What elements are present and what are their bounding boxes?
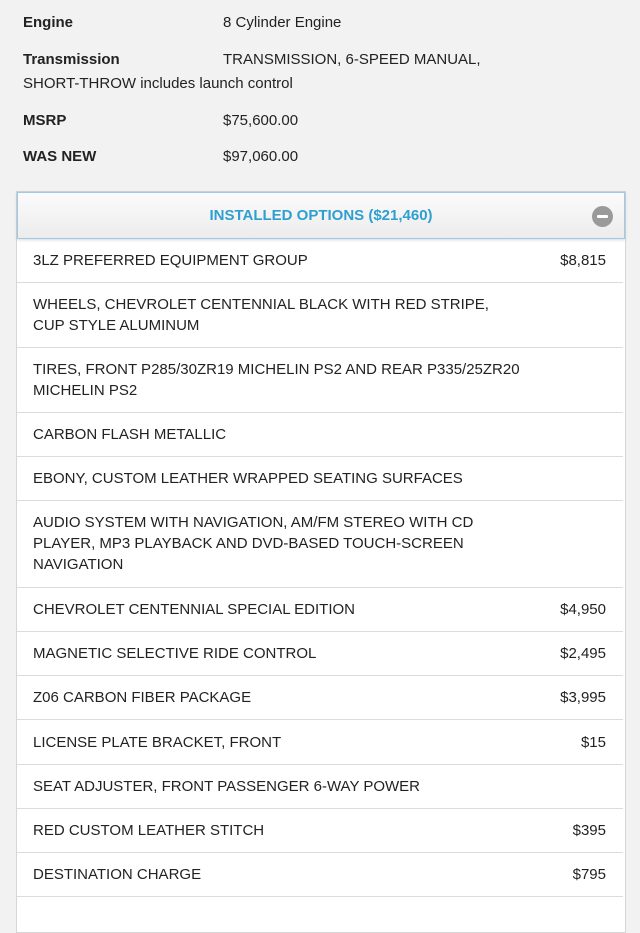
option-price: $2,495 [560,645,606,662]
option-name: 3LZ PREFERRED EQUIPMENT GROUP [33,252,308,269]
option-name: LICENSE PLATE BRACKET, FRONT [33,734,282,751]
option-row: CARBON FLASH METALLIC [17,413,623,457]
option-price: $4,950 [560,601,606,618]
installed-options-panel: INSTALLED OPTIONS ($21,460) 3LZ PREFERRE… [16,191,626,933]
engine-value: 8 Cylinder Engine [223,14,342,31]
option-price: $395 [572,822,606,839]
installed-options-title[interactable]: INSTALLED OPTIONS ($21,460) [18,207,624,224]
option-row: EBONY, CUSTOM LEATHER WRAPPED SEATING SU… [17,457,623,501]
option-name: SEAT ADJUSTER, FRONT PASSENGER 6-WAY POW… [33,778,421,795]
option-price: $3,995 [560,689,606,706]
option-name: EBONY, CUSTOM LEATHER WRAPPED SEATING SU… [33,470,463,487]
option-row: 3LZ PREFERRED EQUIPMENT GROUP $8,815 [17,239,623,283]
msrp-label: MSRP [23,112,67,129]
option-name: WHEELS, CHEVROLET CENTENNIAL BLACK WITH … [33,296,489,334]
option-row: CHEVROLET CENTENNIAL SPECIAL EDITION $4,… [17,588,623,632]
option-name: RED CUSTOM LEATHER STITCH [33,822,265,839]
option-row: MAGNETIC SELECTIVE RIDE CONTROL $2,495 [17,632,623,676]
minus-circle-icon[interactable] [592,206,613,227]
option-name: CARBON FLASH METALLIC [33,426,227,443]
option-row: Z06 CARBON FIBER PACKAGE $3,995 [17,676,623,720]
option-row: TIRES, FRONT P285/30ZR19 MICHELIN PS2 AN… [17,348,623,413]
option-name: AUDIO SYSTEM WITH NAVIGATION, AM/FM STER… [33,514,474,573]
engine-label: Engine [23,14,74,31]
option-name: TIRES, FRONT P285/30ZR19 MICHELIN PS2 AN… [33,361,520,399]
option-price: $795 [572,866,606,883]
option-row: DESTINATION CHARGE $795 [17,853,623,897]
option-row: WHEELS, CHEVROLET CENTENNIAL BLACK WITH … [17,283,623,348]
option-name: DESTINATION CHARGE [33,866,202,883]
option-name: MAGNETIC SELECTIVE RIDE CONTROL [33,645,317,662]
transmission-label: Transmission [23,51,120,68]
transmission-value: TRANSMISSION, 6-SPEED MANUAL, [223,51,481,68]
was-new-label: WAS NEW [23,148,97,165]
msrp-value: $75,600.00 [223,112,299,129]
transmission-value-continued: SHORT-THROW includes launch control [23,75,293,92]
option-name: Z06 CARBON FIBER PACKAGE [33,689,252,706]
was-new-value: $97,060.00 [223,148,299,165]
installed-options-header[interactable]: INSTALLED OPTIONS ($21,460) [17,192,625,239]
option-row: LICENSE PLATE BRACKET, FRONT $15 [17,720,623,765]
option-row: AUDIO SYSTEM WITH NAVIGATION, AM/FM STER… [17,501,623,588]
option-row: RED CUSTOM LEATHER STITCH $395 [17,809,623,853]
option-name: CHEVROLET CENTENNIAL SPECIAL EDITION [33,601,356,618]
option-row: SEAT ADJUSTER, FRONT PASSENGER 6-WAY POW… [17,765,623,809]
option-price: $15 [580,734,606,751]
option-price: $8,815 [560,252,606,269]
